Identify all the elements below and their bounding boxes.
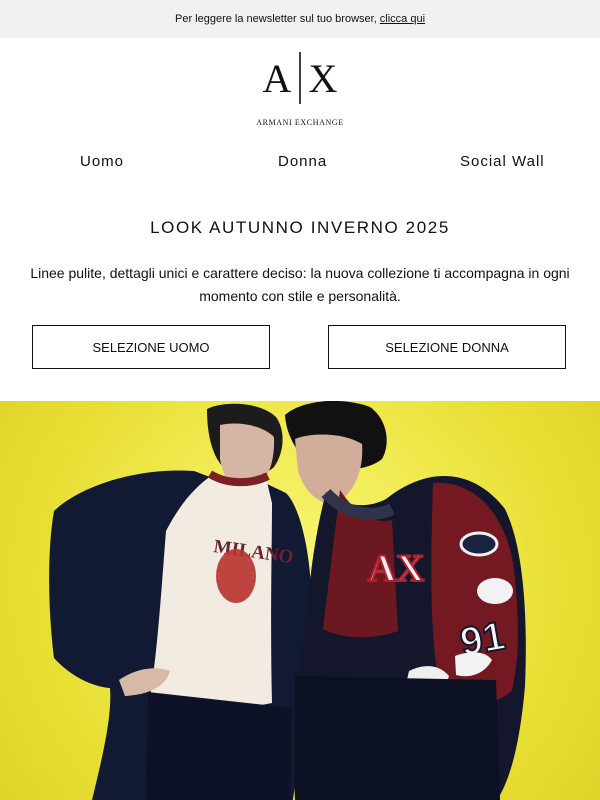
right-model: AX 91 bbox=[285, 401, 526, 800]
men-selection-button[interactable]: SELEZIONE UOMO bbox=[32, 325, 270, 369]
sleeve-patch bbox=[459, 531, 499, 557]
browser-view-text: Per leggere la newsletter sul tuo browse… bbox=[174, 13, 377, 25]
page-title: LOOK AUTUNNO INVERNO 2025 bbox=[150, 218, 450, 237]
left-model-trousers bbox=[146, 692, 292, 800]
brand-logo[interactable]: A X bbox=[0, 50, 600, 106]
logo-letter-a: A bbox=[263, 56, 292, 101]
sleeve-badge bbox=[477, 578, 513, 604]
nav-item-donna[interactable]: Donna bbox=[278, 153, 327, 170]
jacket-logo-text: AX bbox=[368, 547, 424, 590]
collection-description: Linee pulite, dettagli unici e carattere… bbox=[30, 265, 570, 304]
brand-name: ARMANI EXCHANGE bbox=[256, 118, 344, 127]
logo-letter-x: X bbox=[309, 56, 338, 101]
women-selection-button[interactable]: SELEZIONE DONNA bbox=[328, 325, 566, 369]
browser-view-link[interactable]: clicca qui bbox=[380, 13, 425, 25]
nav-item-uomo[interactable]: Uomo bbox=[80, 153, 124, 170]
left-model: MILANO bbox=[49, 403, 312, 800]
newsletter-browser-bar: Per leggere la newsletter sul tuo browse… bbox=[0, 0, 600, 38]
brand-header: A X ARMANI EXCHANGE bbox=[0, 38, 600, 136]
nav-item-social-wall[interactable]: Social Wall bbox=[460, 153, 545, 170]
right-model-trousers bbox=[295, 676, 500, 800]
hero-image[interactable]: MILANO AX 91 bbox=[0, 401, 600, 800]
shirt-mascot bbox=[216, 549, 256, 603]
main-nav: Uomo Donna Social Wall bbox=[0, 136, 600, 192]
